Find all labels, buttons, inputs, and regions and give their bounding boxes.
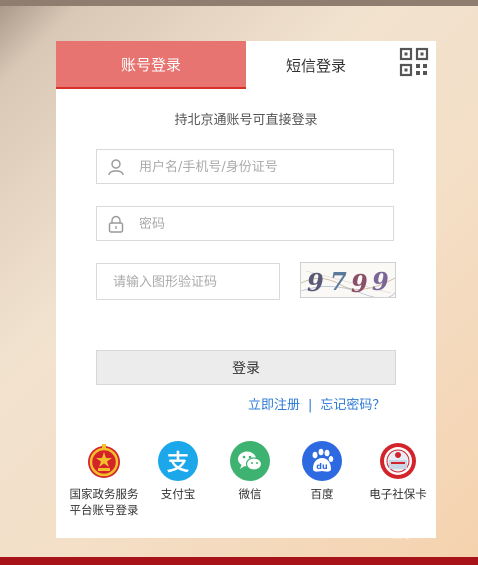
tab-sms-login[interactable]: 短信登录 [246,41,386,89]
login-social-security-card[interactable]: 电子社保卡 [358,441,438,502]
captcha-input[interactable] [111,264,275,301]
login-panel: 账号登录 短信登录 持北京通账号可直接登录 用户名/手机号/身份证号 请输入图形… [56,41,436,538]
login-alipay[interactable]: 支 支付宝 [144,441,212,502]
tab-account-login[interactable]: 账号登录 [56,41,246,89]
wechat-icon [230,441,270,481]
password-field[interactable] [96,206,394,242]
social-label: 支付宝 [160,487,196,501]
login-baidu[interactable]: du 百度 [288,441,356,502]
username-input[interactable] [137,150,381,185]
top-border [0,0,478,6]
svg-text:du: du [316,462,328,471]
captcha-field[interactable] [96,263,280,301]
captcha-digit: 9 [307,268,324,297]
baidu-jingyan-watermark: Bai经验 [355,522,421,541]
qr-code-icon[interactable] [399,47,429,77]
user-icon [107,158,125,176]
captcha-digit: 9 [372,267,389,296]
captcha-digit: 9 [351,269,368,298]
login-button[interactable]: 登录 [96,350,396,385]
link-separator: | [308,398,313,413]
social-security-card-icon [378,441,418,481]
login-hint-text: 持北京通账号可直接登录 [174,113,318,128]
bottom-border [0,557,478,565]
captcha-image[interactable]: 9 7 9 9 [300,262,396,298]
account-links: 立即注册 | 忘记密码？ [248,394,385,413]
password-input[interactable] [137,207,381,242]
social-label: 电子社保卡 [369,487,427,501]
register-link[interactable]: 立即注册 [248,398,300,413]
login-wechat[interactable]: 微信 [216,441,284,502]
social-label: 国家政务服务 平台账号登录 [69,487,139,517]
username-field[interactable] [96,149,394,185]
forgot-password-link[interactable]: 忘记密码？ [320,398,385,413]
national-emblem-icon [84,441,124,481]
lock-icon [107,215,125,233]
login-national-gov[interactable]: 国家政务服务 平台账号登录 [56,441,152,518]
social-label: 百度 [310,487,334,501]
captcha-digit: 7 [330,267,347,296]
baidu-icon: du [302,441,342,481]
alipay-icon: 支 [158,441,198,481]
social-label: 微信 [238,487,262,501]
